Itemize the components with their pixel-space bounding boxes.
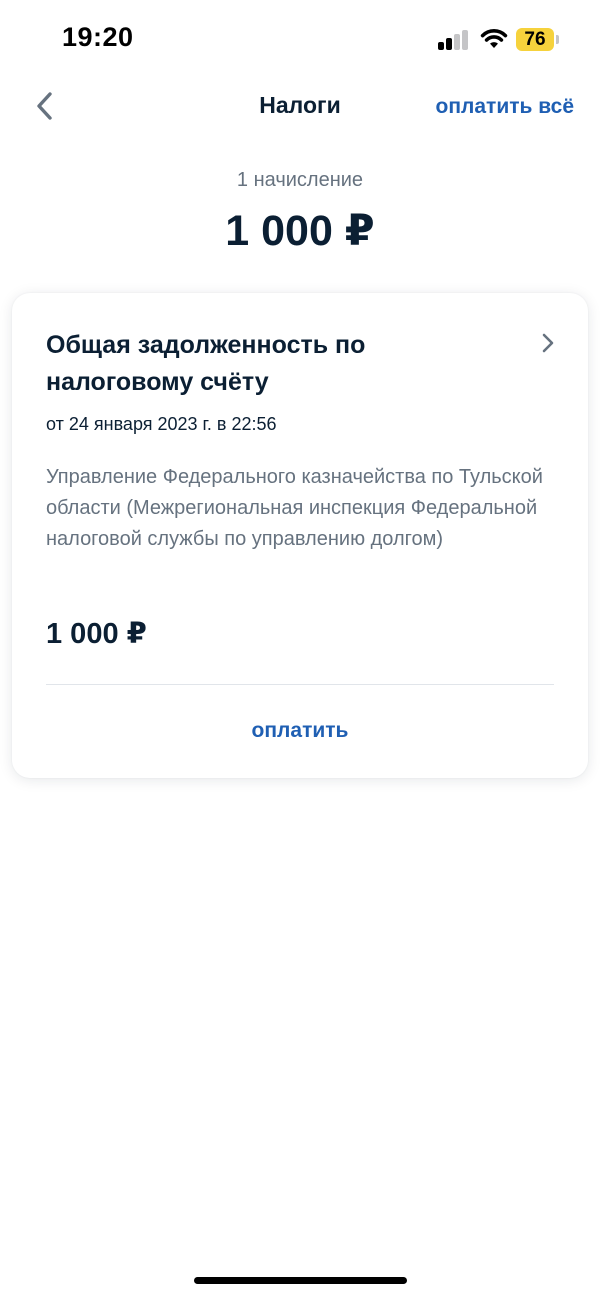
accruals-count: 1 начисление: [236, 169, 364, 191]
total-amount: 1 000 ₽: [225, 207, 375, 255]
back-button[interactable]: [24, 86, 64, 126]
charge-date: от 24 января 2023 г. в 22:56: [46, 414, 277, 434]
divider: [46, 684, 554, 685]
battery-level: 76: [524, 28, 546, 50]
pay-button[interactable]: оплатить: [12, 719, 588, 743]
home-indicator[interactable]: [194, 1277, 407, 1284]
charge-title: Общая задолженность по налоговому счёту: [46, 331, 366, 396]
chevron-right-icon[interactable]: [536, 331, 560, 355]
battery-tip: [556, 35, 559, 44]
wifi-icon: [480, 29, 508, 48]
charge-amount: 1 000 ₽: [46, 618, 147, 650]
charge-card[interactable]: Общая задолженность по налоговому счёту …: [12, 293, 588, 778]
battery-icon: 76: [516, 28, 554, 51]
cellular-signal-icon: [438, 30, 470, 50]
status-bar: 19:20 76: [0, 0, 600, 80]
charge-recipient: Управление Федерального казначейства по …: [46, 466, 543, 550]
pay-all-button[interactable]: оплатить всё: [436, 95, 575, 119]
status-time: 19:20: [62, 22, 134, 52]
chevron-left-icon: [37, 92, 52, 120]
